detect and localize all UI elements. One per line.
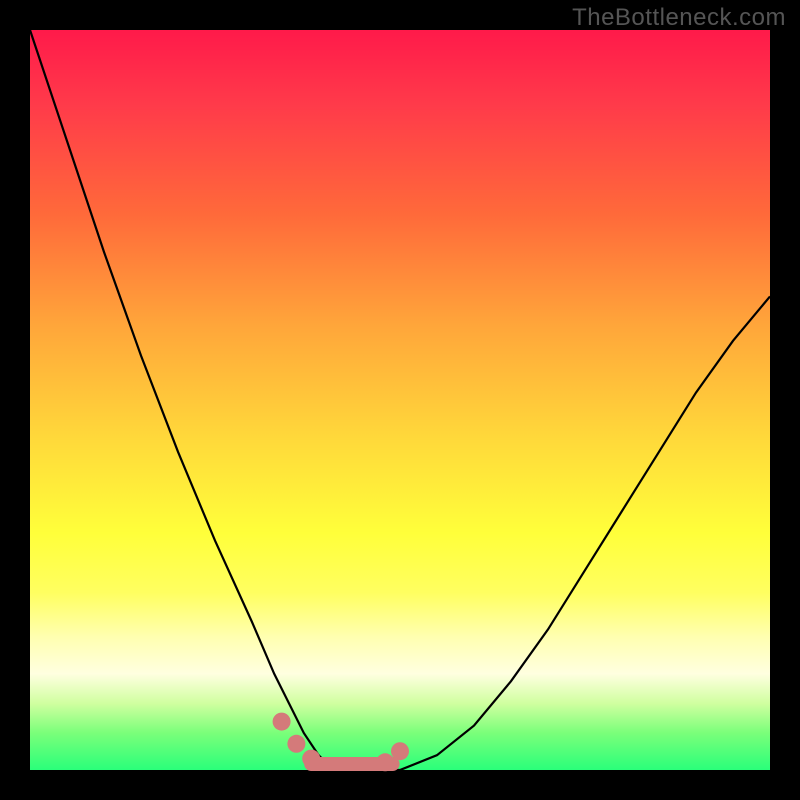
watermark-label: TheBottleneck.com: [572, 4, 786, 32]
plot-area: [30, 30, 770, 770]
highlight-dot: [391, 742, 409, 760]
bottleneck-curve: [30, 30, 770, 770]
curve-svg: [30, 30, 770, 770]
highlight-dot: [273, 713, 291, 731]
highlight-dot: [376, 753, 394, 771]
highlight-dot: [287, 735, 305, 753]
highlight-dot: [302, 750, 320, 768]
chart-frame: TheBottleneck.com: [0, 0, 800, 800]
